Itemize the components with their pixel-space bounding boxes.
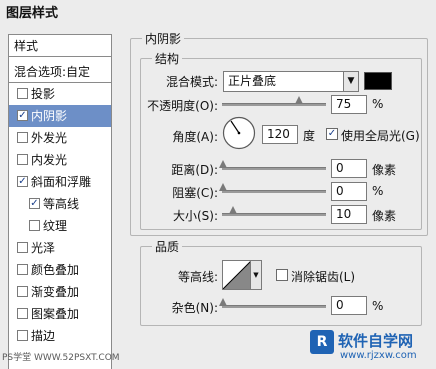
distance-unit: 像素 (372, 163, 397, 177)
angle-label: 角度(A): (172, 130, 218, 144)
styles-header[interactable]: 样式 (9, 35, 111, 57)
texture-checkbox[interactable] (29, 220, 40, 231)
size-label: 大小(S): (172, 209, 218, 223)
brand-url: www.rjzxw.com (340, 350, 417, 361)
sidebar-item-label: 渐变叠加 (31, 285, 80, 299)
blend-color-swatch[interactable] (364, 72, 392, 90)
global-light-label[interactable]: 使用全局光(G) (341, 127, 420, 144)
sidebar-item-color-overlay[interactable]: 颜色叠加 (9, 259, 111, 281)
sidebar-item-bevel-emboss[interactable]: ✓ 斜面和浮雕 (9, 171, 111, 193)
size-input[interactable]: 10 (331, 205, 367, 224)
contour-label: 等高线: (177, 270, 218, 284)
sidebar-item-label: 斜面和浮雕 (31, 175, 92, 189)
sidebar-item-label: 光泽 (31, 241, 56, 255)
window-title: 图层样式 (6, 6, 59, 21)
global-light-checkbox[interactable]: ✓ (326, 128, 338, 140)
choke-slider-thumb[interactable] (219, 183, 227, 191)
brand-name: 软件自学网 (338, 332, 414, 350)
noise-slider-thumb[interactable] (219, 298, 227, 306)
sidebar-item-label: 颜色叠加 (31, 263, 80, 277)
choke-slider-track[interactable] (222, 190, 326, 193)
distance-slider-thumb[interactable] (219, 160, 227, 168)
sidebar-item-inner-glow[interactable]: 内发光 (9, 149, 111, 171)
inner-shadow-title: 内阴影 (142, 30, 185, 47)
sidebar-item-label: 内发光 (31, 153, 68, 167)
contour-picker[interactable]: ▼ (222, 260, 262, 290)
blend-mode-select[interactable]: 正片叠底 ▼ (223, 71, 359, 92)
distance-input[interactable]: 0 (331, 159, 367, 178)
distance-slider-track[interactable] (222, 167, 326, 170)
opacity-slider-thumb[interactable] (295, 96, 303, 104)
chevron-down-icon[interactable]: ▼ (343, 72, 358, 91)
antialias-checkbox[interactable] (276, 269, 288, 281)
bevel-emboss-checkbox[interactable]: ✓ (17, 176, 28, 187)
sidebar-item-stroke[interactable]: 描边 (9, 325, 111, 347)
noise-unit: % (372, 299, 384, 313)
sidebar-item-outer-glow[interactable]: 外发光 (9, 127, 111, 149)
opacity-input[interactable]: 75 (331, 95, 367, 114)
size-slider-thumb[interactable] (229, 206, 237, 214)
choke-label: 阻塞(C): (172, 186, 218, 200)
styles-sidebar: 样式 混合选项:自定 投影 ✓ 内阴影 外发光 内发光 ✓ 斜面和浮雕 ✓ 等高… (8, 34, 112, 369)
outer-glow-checkbox[interactable] (17, 132, 28, 143)
sidebar-item-contour[interactable]: ✓ 等高线 (9, 193, 111, 215)
sidebar-item-label: 等高线 (43, 197, 80, 211)
noise-label: 杂色(N): (171, 301, 218, 315)
satin-checkbox[interactable] (17, 242, 28, 253)
sidebar-item-satin[interactable]: 光泽 (9, 237, 111, 259)
stroke-checkbox[interactable] (17, 330, 28, 341)
gradient-overlay-checkbox[interactable] (17, 286, 28, 297)
noise-input[interactable]: 0 (331, 296, 367, 315)
choke-unit: % (372, 184, 384, 198)
sidebar-item-label: 描边 (31, 329, 56, 343)
sidebar-item-drop-shadow[interactable]: 投影 (9, 83, 111, 105)
sidebar-item-inner-shadow[interactable]: ✓ 内阴影 (9, 105, 111, 127)
sidebar-item-gradient-overlay[interactable]: 渐变叠加 (9, 281, 111, 303)
structure-title: 结构 (152, 50, 183, 67)
blend-mode-label: 混合模式: (165, 75, 218, 89)
quality-title: 品质 (152, 238, 183, 255)
brand-logo-icon: R (310, 330, 334, 354)
blend-options-item[interactable]: 混合选项:自定 (9, 61, 111, 83)
angle-dial[interactable] (222, 116, 256, 150)
size-unit: 像素 (372, 209, 397, 223)
opacity-slider-track[interactable] (222, 103, 326, 106)
sidebar-item-pattern-overlay[interactable]: 图案叠加 (9, 303, 111, 325)
antialias-label[interactable]: 消除锯齿(L) (291, 268, 355, 285)
ps-watermark: PS学堂 WWW.52PSXT.COM (2, 353, 120, 363)
angle-unit: 度 (303, 129, 316, 143)
sidebar-item-label: 投影 (31, 87, 56, 101)
inner-shadow-checkbox[interactable]: ✓ (17, 110, 28, 121)
opacity-label: 不透明度(O): (147, 99, 218, 113)
blend-mode-value: 正片叠底 (228, 74, 277, 88)
contour-checkbox[interactable]: ✓ (29, 198, 40, 209)
sidebar-item-label: 图案叠加 (31, 307, 80, 321)
sidebar-item-label: 外发光 (31, 131, 68, 145)
angle-input[interactable]: 120 (262, 125, 298, 144)
inner-glow-checkbox[interactable] (17, 154, 28, 165)
chevron-down-icon[interactable]: ▼ (250, 261, 261, 289)
noise-slider-track[interactable] (222, 305, 326, 308)
choke-input[interactable]: 0 (331, 182, 367, 201)
distance-label: 距离(D): (171, 163, 218, 177)
color-overlay-checkbox[interactable] (17, 264, 28, 275)
sidebar-item-label: 内阴影 (31, 109, 68, 123)
pattern-overlay-checkbox[interactable] (17, 308, 28, 319)
size-slider-track[interactable] (222, 213, 326, 216)
sidebar-item-label: 纹理 (43, 219, 68, 233)
opacity-unit: % (372, 97, 384, 111)
sidebar-item-texture[interactable]: 纹理 (9, 215, 111, 237)
contour-preview-icon (223, 261, 251, 289)
drop-shadow-checkbox[interactable] (17, 88, 28, 99)
